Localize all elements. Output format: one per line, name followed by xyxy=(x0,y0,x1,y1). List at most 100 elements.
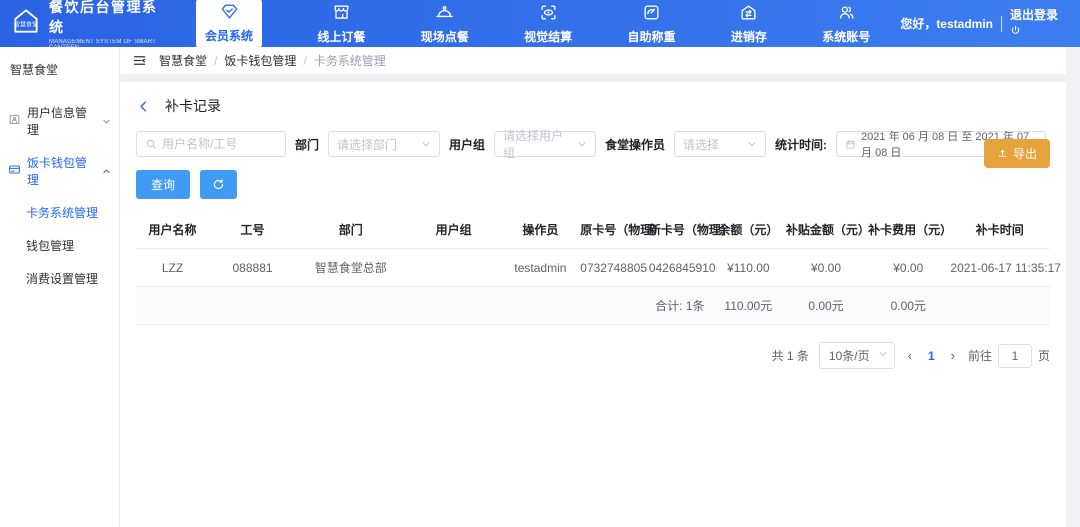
scan-eye-icon xyxy=(539,3,558,25)
main-area: 智慧食堂 用户信息管理 饭卡钱包管理 xyxy=(0,47,1080,527)
cell-time: 2021-06-17 11:35:17 xyxy=(949,249,1050,287)
chevron-down-icon xyxy=(421,139,431,149)
col-operator: 操作员 xyxy=(502,211,580,249)
top-header: 智慧食堂 餐饮后台管理系统 MANAGEMENT SYSTEM OF SMART… xyxy=(0,0,1080,47)
scale-icon xyxy=(642,3,661,25)
operator-label: 食堂操作员 xyxy=(605,136,665,153)
search-icon xyxy=(145,138,157,150)
sidebar-item-card-system[interactable]: 卡务系统管理 xyxy=(0,196,119,229)
refresh-button[interactable] xyxy=(200,170,237,199)
breadcrumb-separator: / xyxy=(303,54,306,68)
calendar-icon xyxy=(845,139,856,150)
cell-job-no: 088881 xyxy=(209,249,296,287)
app-subtitle: MANAGEMENT SYSTEM OF SMART CANTEEN xyxy=(49,39,170,51)
canteen-logo-icon: 智慧食堂 xyxy=(10,5,42,42)
goto-suffix: 页 xyxy=(1038,347,1050,364)
nav-label: 进销存 xyxy=(731,28,767,45)
sidebar-item-label: 用户信息管理 xyxy=(27,104,96,138)
top-nav: 会员系统 线上订餐 现场点餐 xyxy=(170,0,900,47)
search-field[interactable] xyxy=(136,131,286,157)
cell-fee: ¥0.00 xyxy=(867,249,949,287)
col-user-name: 用户名称 xyxy=(136,211,209,249)
cell-subsidy: ¥0.00 xyxy=(785,249,867,287)
summary-row: 合计: 1条 110.00元 0.00元 0.00元 xyxy=(136,287,1050,325)
page-title: 补卡记录 xyxy=(165,96,221,116)
app-logo: 智慧食堂 餐饮后台管理系统 MANAGEMENT SYSTEM OF SMART… xyxy=(0,0,170,47)
svg-text:智慧食堂: 智慧食堂 xyxy=(14,20,38,28)
summary-fee: 0.00元 xyxy=(867,287,949,325)
dish-icon xyxy=(435,3,454,25)
membership-gem-icon xyxy=(220,2,239,24)
sidebar-item-label: 饭卡钱包管理 xyxy=(27,154,96,188)
refresh-icon xyxy=(212,178,225,191)
col-fee: 补卡费用（元） xyxy=(867,211,949,249)
next-page-button[interactable]: › xyxy=(948,348,958,363)
time-label: 统计时间: xyxy=(775,136,827,153)
summary-subsidy: 0.00元 xyxy=(785,287,867,325)
app-window: 智慧食堂 餐饮后台管理系统 MANAGEMENT SYSTEM OF SMART… xyxy=(0,0,1080,527)
nav-item-onsite-order[interactable]: 现场点餐 xyxy=(421,3,469,45)
filter-row: 部门 请选择部门 用户组 请选择用户组 食堂操作员 xyxy=(120,126,1066,157)
warehouse-arrows-icon xyxy=(739,3,758,25)
collapse-sidebar-button[interactable] xyxy=(132,53,147,68)
breadcrumb-separator: / xyxy=(214,54,217,68)
col-job-no: 工号 xyxy=(209,211,296,249)
users-icon xyxy=(837,3,856,25)
operator-select[interactable]: 请选择 xyxy=(674,131,766,157)
nav-label: 线上订餐 xyxy=(317,28,365,45)
nav-item-self-weighing[interactable]: 自助称重 xyxy=(628,3,676,45)
col-new-card: 新卡号（物理） xyxy=(648,211,712,249)
chevron-down-icon xyxy=(878,349,888,359)
chevron-down-icon xyxy=(102,117,111,126)
col-time: 补卡时间 xyxy=(949,211,1050,249)
col-user-group: 用户组 xyxy=(406,211,502,249)
sidebar-item-wallet[interactable]: 钱包管理 xyxy=(0,229,119,262)
breadcrumb-item[interactable]: 智慧食堂 xyxy=(159,52,207,69)
card-replacement-panel: 补卡记录 部门 请选择部门 xyxy=(120,82,1066,527)
user-badge-icon xyxy=(8,113,21,129)
account-area: 您好，testadmin 退出登录 xyxy=(900,0,1080,47)
app-title: 餐饮后台管理系统 xyxy=(49,0,170,37)
cell-old-card: 0732748805 xyxy=(579,249,648,287)
sidebar-title: 智慧食堂 xyxy=(0,47,119,96)
breadcrumb: 智慧食堂 / 饭卡钱包管理 / 卡务系统管理 xyxy=(159,52,386,69)
dept-select[interactable]: 请选择部门 xyxy=(328,131,440,157)
cell-user-name: LZZ xyxy=(136,249,209,287)
summary-label: 合计: 1条 xyxy=(648,287,712,325)
nav-item-online-order[interactable]: 线上订餐 xyxy=(317,3,365,45)
cell-new-card: 0426845910 xyxy=(648,249,712,287)
group-label: 用户组 xyxy=(449,136,485,153)
content-area: 智慧食堂 / 饭卡钱包管理 / 卡务系统管理 补卡记录 xyxy=(120,47,1080,527)
cell-balance: ¥110.00 xyxy=(712,249,785,287)
back-button[interactable] xyxy=(136,99,151,114)
nav-item-visual-settlement[interactable]: 视觉结算 xyxy=(524,3,572,45)
storefront-icon xyxy=(332,3,351,25)
query-button[interactable]: 查询 xyxy=(136,170,190,199)
nav-label: 现场点餐 xyxy=(421,28,469,45)
page-size-select[interactable]: 10条/页 xyxy=(819,342,895,369)
nav-item-inventory[interactable]: 进销存 xyxy=(731,3,767,45)
chevron-up-icon xyxy=(102,167,111,176)
sidebar: 智慧食堂 用户信息管理 饭卡钱包管理 xyxy=(0,47,120,527)
search-input[interactable] xyxy=(162,137,277,151)
sidebar-item-card-wallet[interactable]: 饭卡钱包管理 xyxy=(0,146,119,196)
summary-balance: 110.00元 xyxy=(712,287,785,325)
card-icon xyxy=(8,163,21,179)
logout-button[interactable]: 退出登录 xyxy=(1010,8,1070,39)
nav-item-membership[interactable]: 会员系统 xyxy=(196,0,262,50)
goto-page-input[interactable] xyxy=(998,344,1032,368)
export-button[interactable]: 导出 xyxy=(984,139,1050,168)
goto-label: 前往 xyxy=(968,347,992,364)
col-dept: 部门 xyxy=(296,211,406,249)
breadcrumb-item[interactable]: 饭卡钱包管理 xyxy=(224,52,296,69)
prev-page-button[interactable]: ‹ xyxy=(905,348,915,363)
table-header-row: 用户名称 工号 部门 用户组 操作员 原卡号（物理） 新卡号（物理） 余额（元）… xyxy=(136,211,1050,249)
nav-item-system-account[interactable]: 系统账号 xyxy=(822,3,870,45)
user-group-select[interactable]: 请选择用户组 xyxy=(494,131,596,157)
sidebar-item-consume-settings[interactable]: 消费设置管理 xyxy=(0,262,119,295)
breadcrumb-current: 卡务系统管理 xyxy=(314,52,386,69)
col-subsidy: 补贴金额（元） xyxy=(785,211,867,249)
user-greeting: 您好，testadmin xyxy=(900,15,993,32)
page-number-1[interactable]: 1 xyxy=(925,349,938,363)
sidebar-item-user-info[interactable]: 用户信息管理 xyxy=(0,96,119,146)
